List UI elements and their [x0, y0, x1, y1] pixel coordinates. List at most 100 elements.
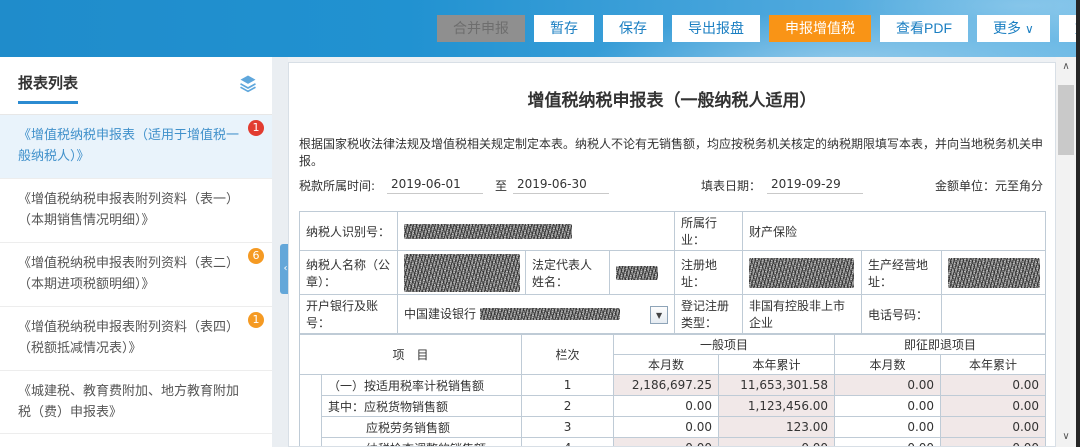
row-colno: 3 — [522, 417, 614, 438]
cell-month-refund[interactable]: 0.00 — [835, 396, 941, 417]
period-end-field[interactable]: 2019-06-30 — [513, 177, 609, 194]
window-edge — [1076, 0, 1080, 447]
col-header-colno: 栏次 — [522, 335, 614, 375]
sidebar-item-label: 《增值税纳税申报表（适用于增值税一般纳税人）》 — [18, 128, 239, 164]
taxpayer-name-label: 纳税人名称（公章）： — [300, 251, 398, 295]
col-header-ytd-general: 本年累计 — [719, 355, 835, 375]
sidebar-item-label: 《增值税纳税申报表附列资料（表二）（本期进项税额明细）》 — [18, 256, 239, 292]
cell-ytd-general: 123.00 — [719, 417, 835, 438]
period-start-field[interactable]: 2019-06-01 — [387, 177, 483, 194]
cell-ytd-general: 0.00 — [719, 438, 835, 447]
col-header-item: 项 目 — [300, 335, 522, 375]
warning-count-badge: 1 — [248, 312, 264, 328]
bank-value: 中国建设银行 ▼ — [398, 295, 675, 334]
more-button[interactable]: 更多∨ — [977, 15, 1050, 42]
col-header-month-refund: 本月数 — [835, 355, 941, 375]
form-instruction: 根据国家税收法律法规及增值税相关规定制定本表。纳税人不论有无销售额，均应按税务机… — [299, 135, 1045, 169]
biz-addr-value — [942, 251, 1046, 295]
cell-ytd-refund: 0.00 — [941, 417, 1046, 438]
cell-month-general[interactable]: 0.00 — [614, 417, 719, 438]
redacted-value — [480, 308, 620, 320]
reg-addr-value — [743, 251, 862, 295]
layers-icon[interactable] — [238, 73, 258, 93]
redacted-value — [404, 254, 520, 292]
fill-date-label: 填表日期： — [701, 177, 761, 194]
cell-month-general: 0.00 — [614, 438, 719, 447]
cell-ytd-refund: 0.00 — [941, 375, 1046, 396]
row-label: 纳税检查调整的销售额 — [322, 438, 522, 447]
declare-vat-button[interactable]: 申报增值税 — [769, 15, 871, 42]
export-disk-button[interactable]: 导出报盘 — [672, 15, 760, 42]
save-button[interactable]: 保存 — [603, 15, 663, 42]
sidebar-item-schedule1[interactable]: 《增值税纳税申报表附列资料（表一）（本期销售情况明细）》 — [0, 179, 272, 243]
sidebar-item-schedule2[interactable]: 《增值税纳税申报表附列资料（表二）（本期进项税额明细）》 6 — [0, 243, 272, 307]
col-header-general: 一般项目 — [614, 335, 835, 355]
app-window: 合并申报 暂存 保存 导出报盘 申报增值税 查看PDF 更多∨ 重置 附送资料 … — [0, 0, 1080, 447]
redacted-value — [749, 258, 854, 288]
cell-ytd-general: 11,653,301.58 — [719, 375, 835, 396]
form-title: 增值税纳税申报表（一般纳税人适用） — [289, 86, 1055, 111]
legal-rep-value — [610, 251, 675, 295]
sidebar-item-label: 《增值税纳税申报表附列资料（表四）（税额抵减情况表）》 — [18, 320, 239, 356]
bank-select-dropdown[interactable]: ▼ — [650, 306, 668, 324]
redacted-value — [948, 258, 1040, 288]
top-banner: 合并申报 暂存 保存 导出报盘 申报增值税 查看PDF 更多∨ 重置 附送资料 — [0, 0, 1076, 57]
sidebar-header: 报表列表 — [0, 57, 272, 115]
toolbar: 合并申报 暂存 保存 导出报盘 申报增值税 查看PDF 更多∨ 重置 附送资料 — [437, 15, 1080, 42]
vat-data-table: 项 目 栏次 一般项目 即征即退项目 本月数 本年累计 本月数 本年累计 销售额… — [299, 334, 1046, 447]
table-row: 销售额 （一）按适用税率计税销售额 1 2,186,697.25 11,653,… — [300, 375, 1046, 396]
bank-name: 中国建设银行 — [404, 307, 476, 321]
col-header-ytd-refund: 本年累计 — [941, 355, 1046, 375]
taxpayer-info-table: 纳税人识别号： 所属行业： 财产保险 纳税人名称（公章）： 法定代表人姓名： 注… — [299, 211, 1046, 334]
cell-month-general: 2,186,697.25 — [614, 375, 719, 396]
scroll-up-arrow[interactable]: ∧ — [1056, 57, 1076, 75]
row-label: （一）按适用税率计税销售额 — [322, 375, 522, 396]
cell-ytd-refund: 0.00 — [941, 396, 1046, 417]
report-list: 《增值税纳税申报表（适用于增值税一般纳税人）》 1 《增值税纳税申报表附列资料（… — [0, 115, 272, 434]
legal-rep-label: 法定代表人姓名： — [526, 251, 610, 295]
sidebar-item-surtax-return[interactable]: 《城建税、教育费附加、地方教育附加税（费）申报表》 — [0, 371, 272, 435]
taxpayer-name-value — [398, 251, 526, 295]
row-label: 其中：应税货物销售额 — [322, 396, 522, 417]
taxpayer-id-label: 纳税人识别号： — [300, 212, 398, 251]
row-colno: 4 — [522, 438, 614, 447]
bank-label: 开户银行及账号： — [300, 295, 398, 334]
row-label: 应税劳务销售额 — [322, 417, 522, 438]
reg-addr-label: 注册地址： — [675, 251, 743, 295]
industry-label: 所属行业： — [675, 212, 743, 251]
redacted-value — [616, 266, 658, 280]
cell-month-general[interactable]: 0.00 — [614, 396, 719, 417]
fill-date-field[interactable]: 2019-09-29 — [767, 177, 863, 194]
taxpayer-id-value — [398, 212, 675, 251]
biz-addr-label: 生产经营地址： — [862, 251, 942, 295]
cell-month-refund[interactable]: 0.00 — [835, 417, 941, 438]
draft-save-button[interactable]: 暂存 — [534, 15, 594, 42]
col-header-month-general: 本月数 — [614, 355, 719, 375]
row-colno: 1 — [522, 375, 614, 396]
table-row: 纳税检查调整的销售额 4 0.00 0.00 0.00 0.00 — [300, 438, 1046, 447]
reg-type-value: 非国有控股非上市企业 — [743, 295, 862, 334]
sidebar-item-schedule4[interactable]: 《增值税纳税申报表附列资料（表四）（税额抵减情况表）》 1 — [0, 307, 272, 371]
cell-month-refund: 0.00 — [835, 375, 941, 396]
row-colno: 2 — [522, 396, 614, 417]
period-to-label: 至 — [495, 177, 507, 194]
cell-ytd-general: 1,123,456.00 — [719, 396, 835, 417]
phone-label: 电话号码： — [862, 295, 942, 334]
scroll-down-arrow[interactable]: ∨ — [1056, 429, 1076, 447]
sidebar-item-label: 《增值税纳税申报表附列资料（表一）（本期销售情况明细）》 — [18, 192, 239, 228]
vertical-scrollbar: ∧ ∨ — [1056, 57, 1076, 447]
col-header-refund: 即征即退项目 — [835, 335, 1046, 355]
phone-value — [942, 295, 1046, 334]
unit-label: 金额单位：元至角分 — [935, 177, 1043, 194]
cell-month-refund[interactable]: 0.00 — [835, 438, 941, 447]
table-row: 其中：应税货物销售额 2 0.00 1,123,456.00 0.00 0.00 — [300, 396, 1046, 417]
row-group-sales: 销售额 — [300, 375, 322, 447]
view-pdf-button[interactable]: 查看PDF — [880, 15, 968, 42]
cell-ytd-refund: 0.00 — [941, 438, 1046, 447]
sidebar-item-label: 《城建税、教育费附加、地方教育附加税（费）申报表》 — [18, 384, 239, 420]
error-count-badge: 1 — [248, 120, 264, 136]
form-meta-row: 税款所属时间: 2019-06-01 至 2019-06-30 填表日期： 20… — [299, 177, 1045, 201]
sidebar-item-vat-main-return[interactable]: 《增值税纳税申报表（适用于增值税一般纳税人）》 1 — [0, 115, 272, 179]
merge-declare-button: 合并申报 — [437, 15, 525, 42]
scrollbar-thumb[interactable] — [1058, 85, 1074, 155]
